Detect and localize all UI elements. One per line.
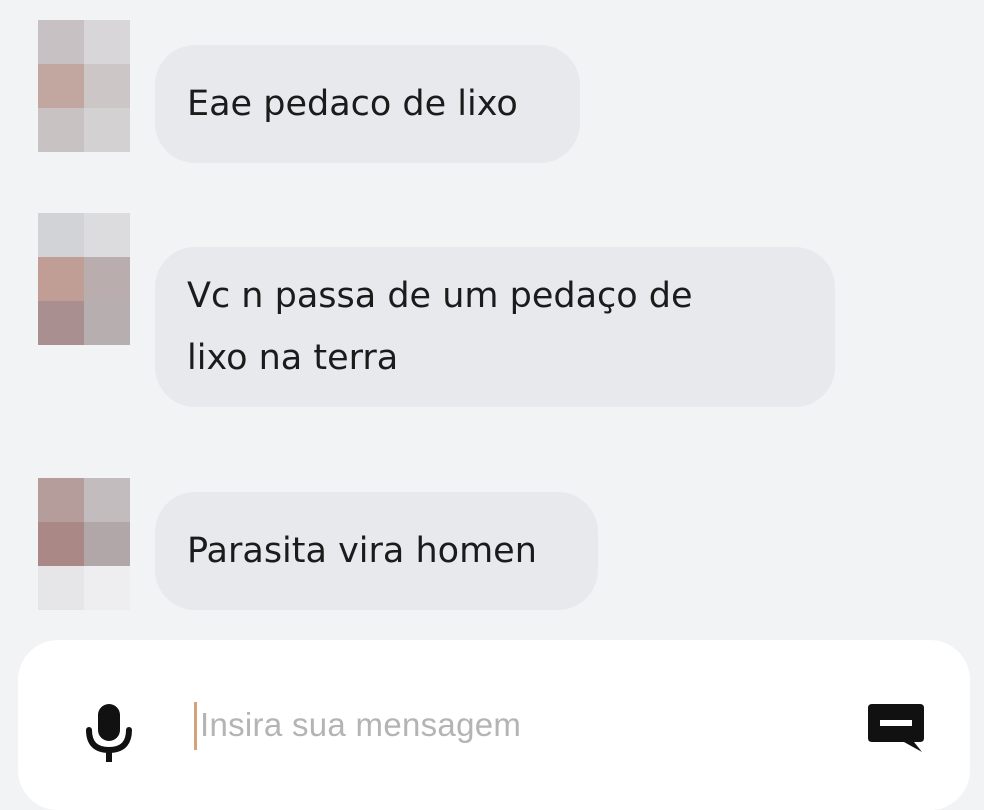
avatar [38,478,130,610]
microphone-icon[interactable] [81,702,137,764]
message-text: lixo na terra [187,338,399,378]
message-bubble: Parasita vira homen [155,492,598,610]
message-text: Vc n passa de um pedaço de [187,276,693,316]
message-text: Parasita vira homen [187,531,537,571]
message-composer: Insira sua mensagem [18,640,970,810]
avatar [38,213,130,345]
avatar [38,20,130,152]
message-bubble: Vc n passa de um pedaço de lixo na terra [155,247,835,407]
message-input[interactable]: Insira sua mensagem [200,706,521,744]
text-cursor [194,702,197,750]
message-bubble: Eae pedaco de lixo [155,45,580,163]
message-text: Eae pedaco de lixo [187,84,518,124]
message-send-icon[interactable] [866,702,926,754]
